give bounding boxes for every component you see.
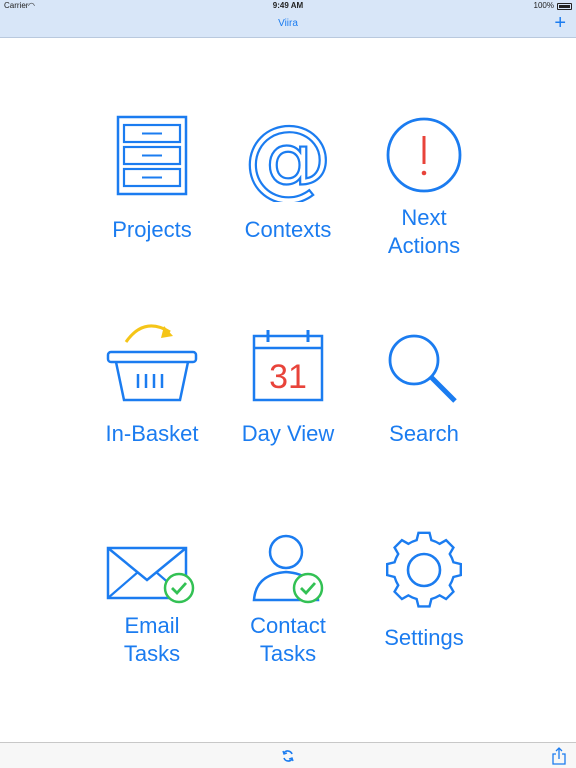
next-actions-tile[interactable]: Next Actions [354,112,494,282]
add-button[interactable]: + [554,13,566,33]
magnifier-icon [388,334,457,403]
day-view-tile[interactable]: 31 Day View [218,318,358,488]
next-actions-label: Next Actions [387,205,461,258]
projects-tile[interactable]: Projects [82,112,222,282]
basket-icon [106,324,198,402]
sync-icon[interactable] [281,749,295,763]
battery-percent: 100% [533,1,554,10]
navigation-bar: Viira + [0,12,576,38]
contact-tasks-tile[interactable]: Contact Tasks [218,526,358,696]
calendar-day-number: 31 [269,358,307,396]
email-tasks-tile[interactable]: Email Tasks [82,526,222,696]
at-sign-icon: @ [243,112,333,202]
email-check-icon [106,546,195,604]
settings-label: Settings [384,625,464,650]
battery-icon [557,3,572,10]
search-label: Search [389,421,459,446]
share-icon[interactable] [552,747,566,765]
bottom-toolbar [0,742,576,768]
contact-check-icon [252,534,324,604]
nav-title: Viira [278,18,298,29]
exclamation-circle-icon [386,117,462,193]
in-basket-tile[interactable]: In-Basket [82,318,222,488]
search-tile[interactable]: Search [354,318,494,488]
settings-tile[interactable]: Settings [354,526,494,696]
filing-cabinet-icon [116,115,188,196]
status-bar: Carrier ◠ 9:49 AM 100% [0,0,576,12]
calendar-icon: 31 [252,330,324,402]
status-time: 9:49 AM [272,1,304,10]
gear-icon [386,531,462,608]
svg-text:@: @ [244,112,332,202]
